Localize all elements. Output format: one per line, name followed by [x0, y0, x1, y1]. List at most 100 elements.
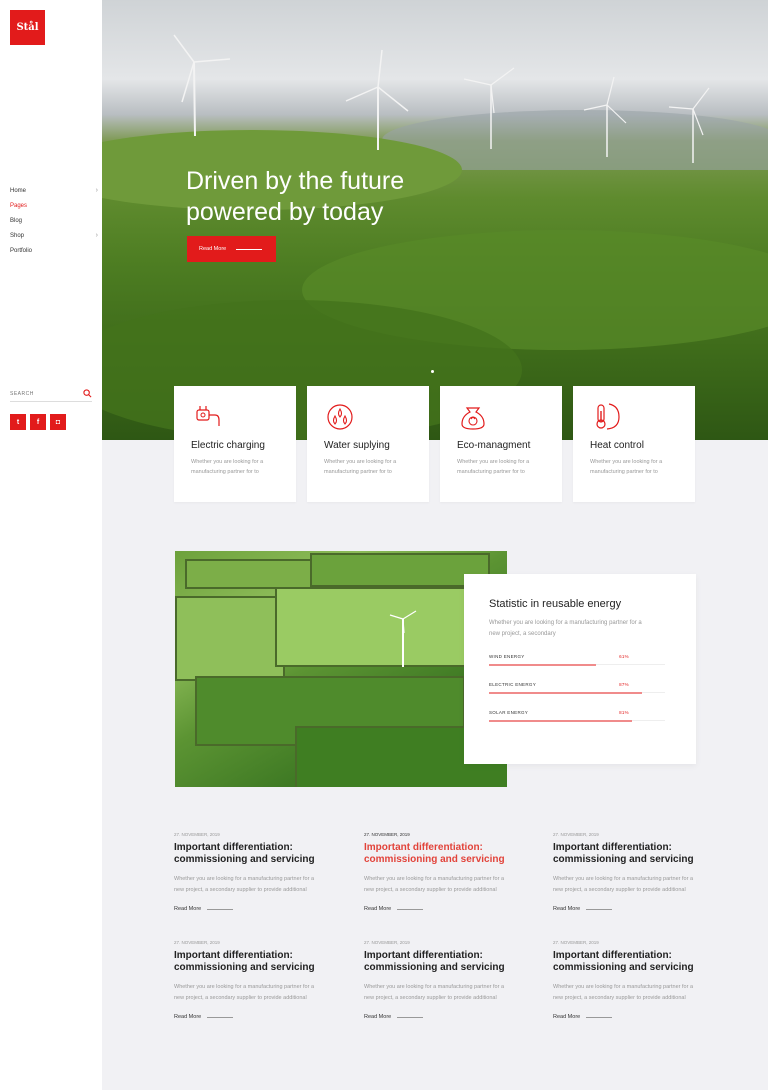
service-card-title: Heat control [590, 440, 644, 451]
read-more-link[interactable]: Read More [553, 1014, 694, 1020]
post-title[interactable]: Important differentiation: commissioning… [553, 950, 703, 974]
service-card-text: Whether you are looking for a manufactur… [457, 459, 530, 475]
hero-read-more-button[interactable]: Read More [187, 236, 276, 262]
service-card-text: Whether you are looking for a manufactur… [324, 459, 397, 475]
wind-turbine [345, 49, 409, 150]
arrow-line-icon [397, 1016, 424, 1018]
blog-post-grid: 27. NOVEMBER, 2019 Important differentia… [174, 832, 694, 1020]
search-icon[interactable] [83, 389, 92, 398]
post-title[interactable]: Important differentiation: commissioning… [553, 842, 703, 866]
field-patch [310, 553, 490, 587]
service-card[interactable]: Electric charging Whether you are lookin… [174, 386, 296, 502]
wind-turbine [583, 76, 627, 157]
service-card[interactable]: Eco-managment Whether you are looking fo… [440, 386, 562, 502]
statistics-title: Statistic in reusable energy [489, 598, 622, 610]
post-title[interactable]: Important differentiation: commissioning… [364, 842, 514, 866]
nav-item-blog[interactable]: Blog [10, 213, 98, 228]
blog-post: 27. NOVEMBER, 2019 Important differentia… [553, 832, 694, 912]
post-excerpt: Whether you are looking for a manufactur… [364, 876, 505, 893]
chevron-right-icon: › [95, 232, 98, 239]
read-more-label: Read More [553, 1014, 581, 1020]
post-excerpt: Whether you are looking for a manufactur… [553, 984, 694, 1001]
progress-percent: 81% [619, 710, 629, 715]
read-more-link[interactable]: Read More [553, 906, 694, 912]
progress-bar: WIND ENERGY 61% [489, 654, 671, 666]
post-title[interactable]: Important differentiation: commissioning… [364, 950, 514, 974]
chevron-right-icon: › [95, 187, 98, 194]
progress-percent: 87% [619, 682, 629, 687]
progress-percent: 61% [619, 654, 629, 659]
read-more-link[interactable]: Read More [364, 1014, 553, 1020]
post-excerpt: Whether you are looking for a manufactur… [174, 876, 315, 893]
read-more-label: Read More [174, 906, 202, 912]
post-excerpt: Whether you are looking for a manufactur… [174, 984, 315, 1001]
read-more-link[interactable]: Read More [174, 1014, 364, 1020]
progress-track [489, 720, 665, 722]
post-date: 27. NOVEMBER, 2019 [553, 832, 599, 837]
post-date: 27. NOVEMBER, 2019 [364, 940, 410, 945]
service-card-title: Water suplying [324, 440, 390, 451]
statistics-card: Statistic in reusable energy Whether you… [464, 574, 696, 764]
post-date: 27. NOVEMBER, 2019 [553, 940, 599, 945]
wind-turbine [389, 610, 417, 667]
sidebar: Stål Home › Pages Blog Shop › Portfolio t … [0, 0, 102, 1090]
instagram-icon[interactable]: ◘ [50, 414, 66, 430]
blog-post: 27. NOVEMBER, 2019 Important differentia… [364, 832, 553, 912]
progress-fill [489, 692, 643, 694]
blog-post: 27. NOVEMBER, 2019 Important differentia… [364, 940, 553, 1020]
post-excerpt: Whether you are looking for a manufactur… [553, 876, 694, 893]
read-more-label: Read More [553, 906, 581, 912]
hero-title-line-2: powered by today [186, 198, 384, 226]
nav-label: Home [10, 187, 27, 194]
service-card-text: Whether you are looking for a manufactur… [191, 459, 264, 475]
nav-item-shop[interactable]: Shop › [10, 228, 98, 243]
field-patch [275, 587, 475, 667]
aerial-farmland-image [175, 551, 507, 787]
nav-item-pages[interactable]: Pages [10, 198, 98, 213]
facebook-icon[interactable]: f [30, 414, 46, 430]
slider-dots [431, 370, 434, 373]
progress-bar: SOLAR ENERGY 81% [489, 710, 671, 722]
progress-label: SOLAR ENERGY [489, 710, 529, 715]
main-nav: Home › Pages Blog Shop › Portfolio [10, 183, 98, 258]
search-bar [10, 386, 92, 402]
logo[interactable]: Stål [10, 10, 45, 45]
post-title[interactable]: Important differentiation: commissioning… [174, 842, 324, 866]
read-more-label: Read More [174, 1014, 202, 1020]
service-card[interactable]: Heat control Whether you are looking for… [573, 386, 695, 502]
progress-fill [489, 664, 597, 666]
social-links: t f ◘ [10, 414, 66, 430]
blog-post: 27. NOVEMBER, 2019 Important differentia… [174, 940, 364, 1020]
read-more-link[interactable]: Read More [174, 906, 364, 912]
service-card-title: Electric charging [191, 440, 265, 451]
progress-label: ELECTRIC ENERGY [489, 682, 537, 687]
post-date: 27. NOVEMBER, 2019 [364, 832, 410, 837]
progress-track [489, 664, 665, 666]
nav-label: Shop [10, 232, 25, 239]
wind-turbine [173, 34, 231, 137]
nav-label: Blog [10, 217, 23, 224]
nav-item-portfolio[interactable]: Portfolio [10, 243, 98, 258]
button-label: Read More [199, 246, 227, 252]
read-more-label: Read More [364, 1014, 392, 1020]
post-title[interactable]: Important differentiation: commissioning… [174, 950, 324, 974]
arrow-line-icon [586, 1016, 613, 1018]
arrow-line-icon [236, 248, 263, 250]
plug-icon [196, 406, 220, 426]
nav-label: Portfolio [10, 247, 33, 254]
service-cards: Electric charging Whether you are lookin… [174, 386, 695, 502]
progress-fill [489, 720, 632, 722]
blog-post: 27. NOVEMBER, 2019 Important differentia… [553, 940, 694, 1020]
hero-title-line-1: Driven by the future [186, 167, 405, 195]
read-more-link[interactable]: Read More [364, 906, 553, 912]
service-card[interactable]: Water suplying Whether you are looking f… [307, 386, 429, 502]
field-patch [175, 596, 285, 681]
search-input[interactable] [10, 390, 70, 397]
progress-bar: ELECTRIC ENERGY 87% [489, 682, 671, 694]
post-excerpt: Whether you are looking for a manufactur… [364, 984, 505, 1001]
twitter-icon[interactable]: t [10, 414, 26, 430]
nav-label: Pages [10, 202, 28, 209]
slider-dot[interactable] [431, 370, 434, 373]
arrow-line-icon [586, 908, 613, 910]
nav-item-home[interactable]: Home › [10, 183, 98, 198]
